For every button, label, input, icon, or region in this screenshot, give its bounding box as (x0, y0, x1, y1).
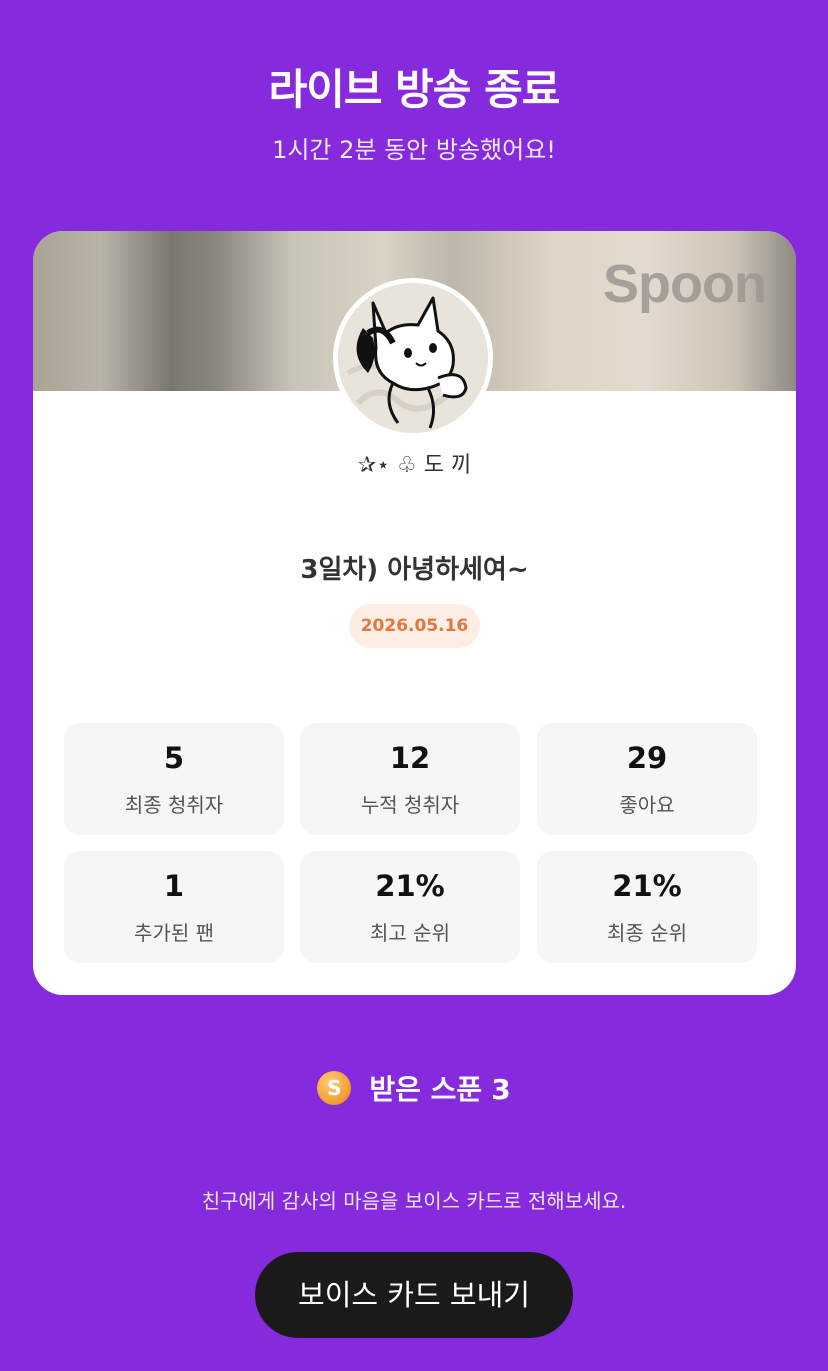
received-spoons: S 받은 스푼 3 (0, 1068, 828, 1108)
stat-label: 누적 청취자 (360, 793, 460, 817)
stat-label: 좋아요 (619, 793, 675, 817)
stat-label: 최고 순위 (370, 921, 450, 945)
send-voice-card-button[interactable]: 보이스 카드 보내기 (255, 1252, 573, 1338)
live-end-screen: 라이브 방송 종료 1시간 2분 동안 방송했어요! Spoon ✰⋆ ♧ 도 … (0, 0, 828, 1371)
avatar (333, 278, 493, 438)
page-title: 라이브 방송 종료 (268, 65, 561, 114)
stat-highest-rank: 21% 최고 순위 (300, 851, 520, 963)
date-badge: 2026.05.16 (349, 604, 480, 648)
stat-value: 1 (163, 869, 185, 903)
streamer-nickname: ✰⋆ ♧ 도 끼 (357, 453, 472, 478)
stat-label: 최종 청취자 (124, 793, 224, 817)
stat-total-listeners: 12 누적 청취자 (300, 723, 520, 835)
stat-value: 21% (375, 869, 445, 903)
stat-new-fans: 1 추가된 팬 (64, 851, 284, 963)
stat-label: 추가된 팬 (134, 921, 214, 945)
received-spoons-label: 받은 스푼 (369, 1073, 483, 1106)
stat-value: 5 (163, 741, 185, 775)
stat-final-listeners: 5 최종 청취자 (64, 723, 284, 835)
stat-label: 최종 순위 (607, 921, 687, 945)
avatar-cat-drawing (338, 283, 488, 433)
brand-logo: Spoon (603, 254, 767, 314)
voice-card-hint: 친구에게 감사의 마음을 보이스 카드로 전해보세요. (201, 1189, 627, 1213)
broadcast-summary-card: Spoon ✰⋆ ♧ 도 끼 3일차) 아녕하세여~ 2026.05.16 5 … (33, 231, 796, 995)
stat-final-rank: 21% 최종 순위 (537, 851, 757, 963)
live-title: 3일차) 아녕하세여~ (300, 555, 529, 585)
stat-value: 12 (389, 741, 431, 775)
received-spoons-count: 3 (491, 1073, 511, 1106)
spoon-coin-icon: S (317, 1071, 352, 1105)
stat-likes: 29 좋아요 (537, 723, 757, 835)
stat-value: 21% (612, 869, 682, 903)
stat-value: 29 (626, 741, 668, 775)
broadcast-duration: 1시간 2분 동안 방송했어요! (272, 136, 556, 164)
